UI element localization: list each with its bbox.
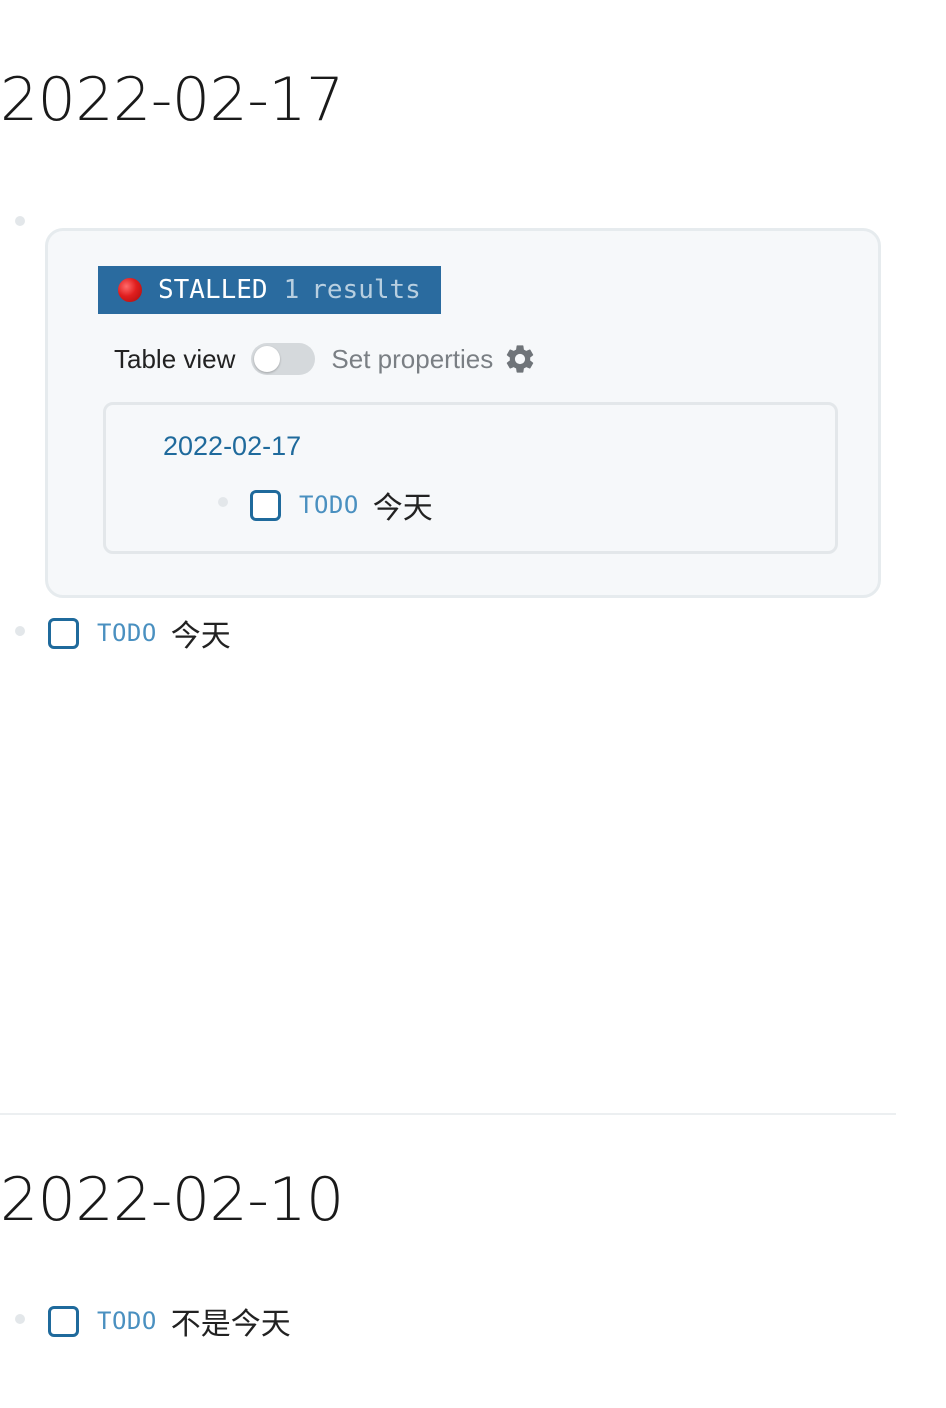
query-header[interactable]: STALLED 1 results xyxy=(98,266,441,314)
todo-checkbox[interactable] xyxy=(48,1305,79,1337)
table-view-toggle[interactable] xyxy=(251,343,316,375)
journal-title[interactable]: 2022-02-10 xyxy=(0,1170,344,1230)
journal-divider xyxy=(0,1113,896,1115)
query-results-label: results xyxy=(311,275,421,305)
result-page-link[interactable]: 2022-02-17 xyxy=(163,431,301,462)
query-controls: Table view Set properties xyxy=(114,339,537,379)
query-results-box: 2022-02-17 TODO 今天 xyxy=(103,402,838,554)
query-block: STALLED 1 results Table view Set propert… xyxy=(45,228,881,598)
todo-marker[interactable]: TODO xyxy=(97,619,157,647)
todo-marker[interactable]: TODO xyxy=(97,1307,157,1335)
block-bullet[interactable] xyxy=(15,1314,25,1324)
set-properties-label[interactable]: Set properties xyxy=(331,344,493,375)
block-bullet[interactable] xyxy=(15,626,25,636)
journal-title[interactable]: 2022-02-17 xyxy=(0,70,344,130)
todo-checkbox[interactable] xyxy=(48,617,79,649)
todo-text[interactable]: 今天 xyxy=(171,611,231,655)
block-bullet[interactable] xyxy=(15,216,25,226)
table-view-label: Table view xyxy=(114,343,236,374)
toggle-knob xyxy=(254,346,281,372)
todo-marker[interactable]: TODO xyxy=(299,491,359,519)
todo-text[interactable]: 今天 xyxy=(373,483,433,527)
gear-icon[interactable] xyxy=(503,342,537,376)
result-todo-item: TODO 今天 xyxy=(250,483,433,527)
query-status: STALLED xyxy=(158,275,268,305)
stalled-status-icon xyxy=(118,278,142,302)
todo-text[interactable]: 不是今天 xyxy=(171,1299,291,1343)
query-result-count: 1 xyxy=(283,275,300,305)
todo-checkbox[interactable] xyxy=(250,489,281,521)
todo-block: TODO 今天 xyxy=(48,611,231,655)
result-block-bullet[interactable] xyxy=(218,497,228,507)
todo-block: TODO 不是今天 xyxy=(48,1299,291,1343)
